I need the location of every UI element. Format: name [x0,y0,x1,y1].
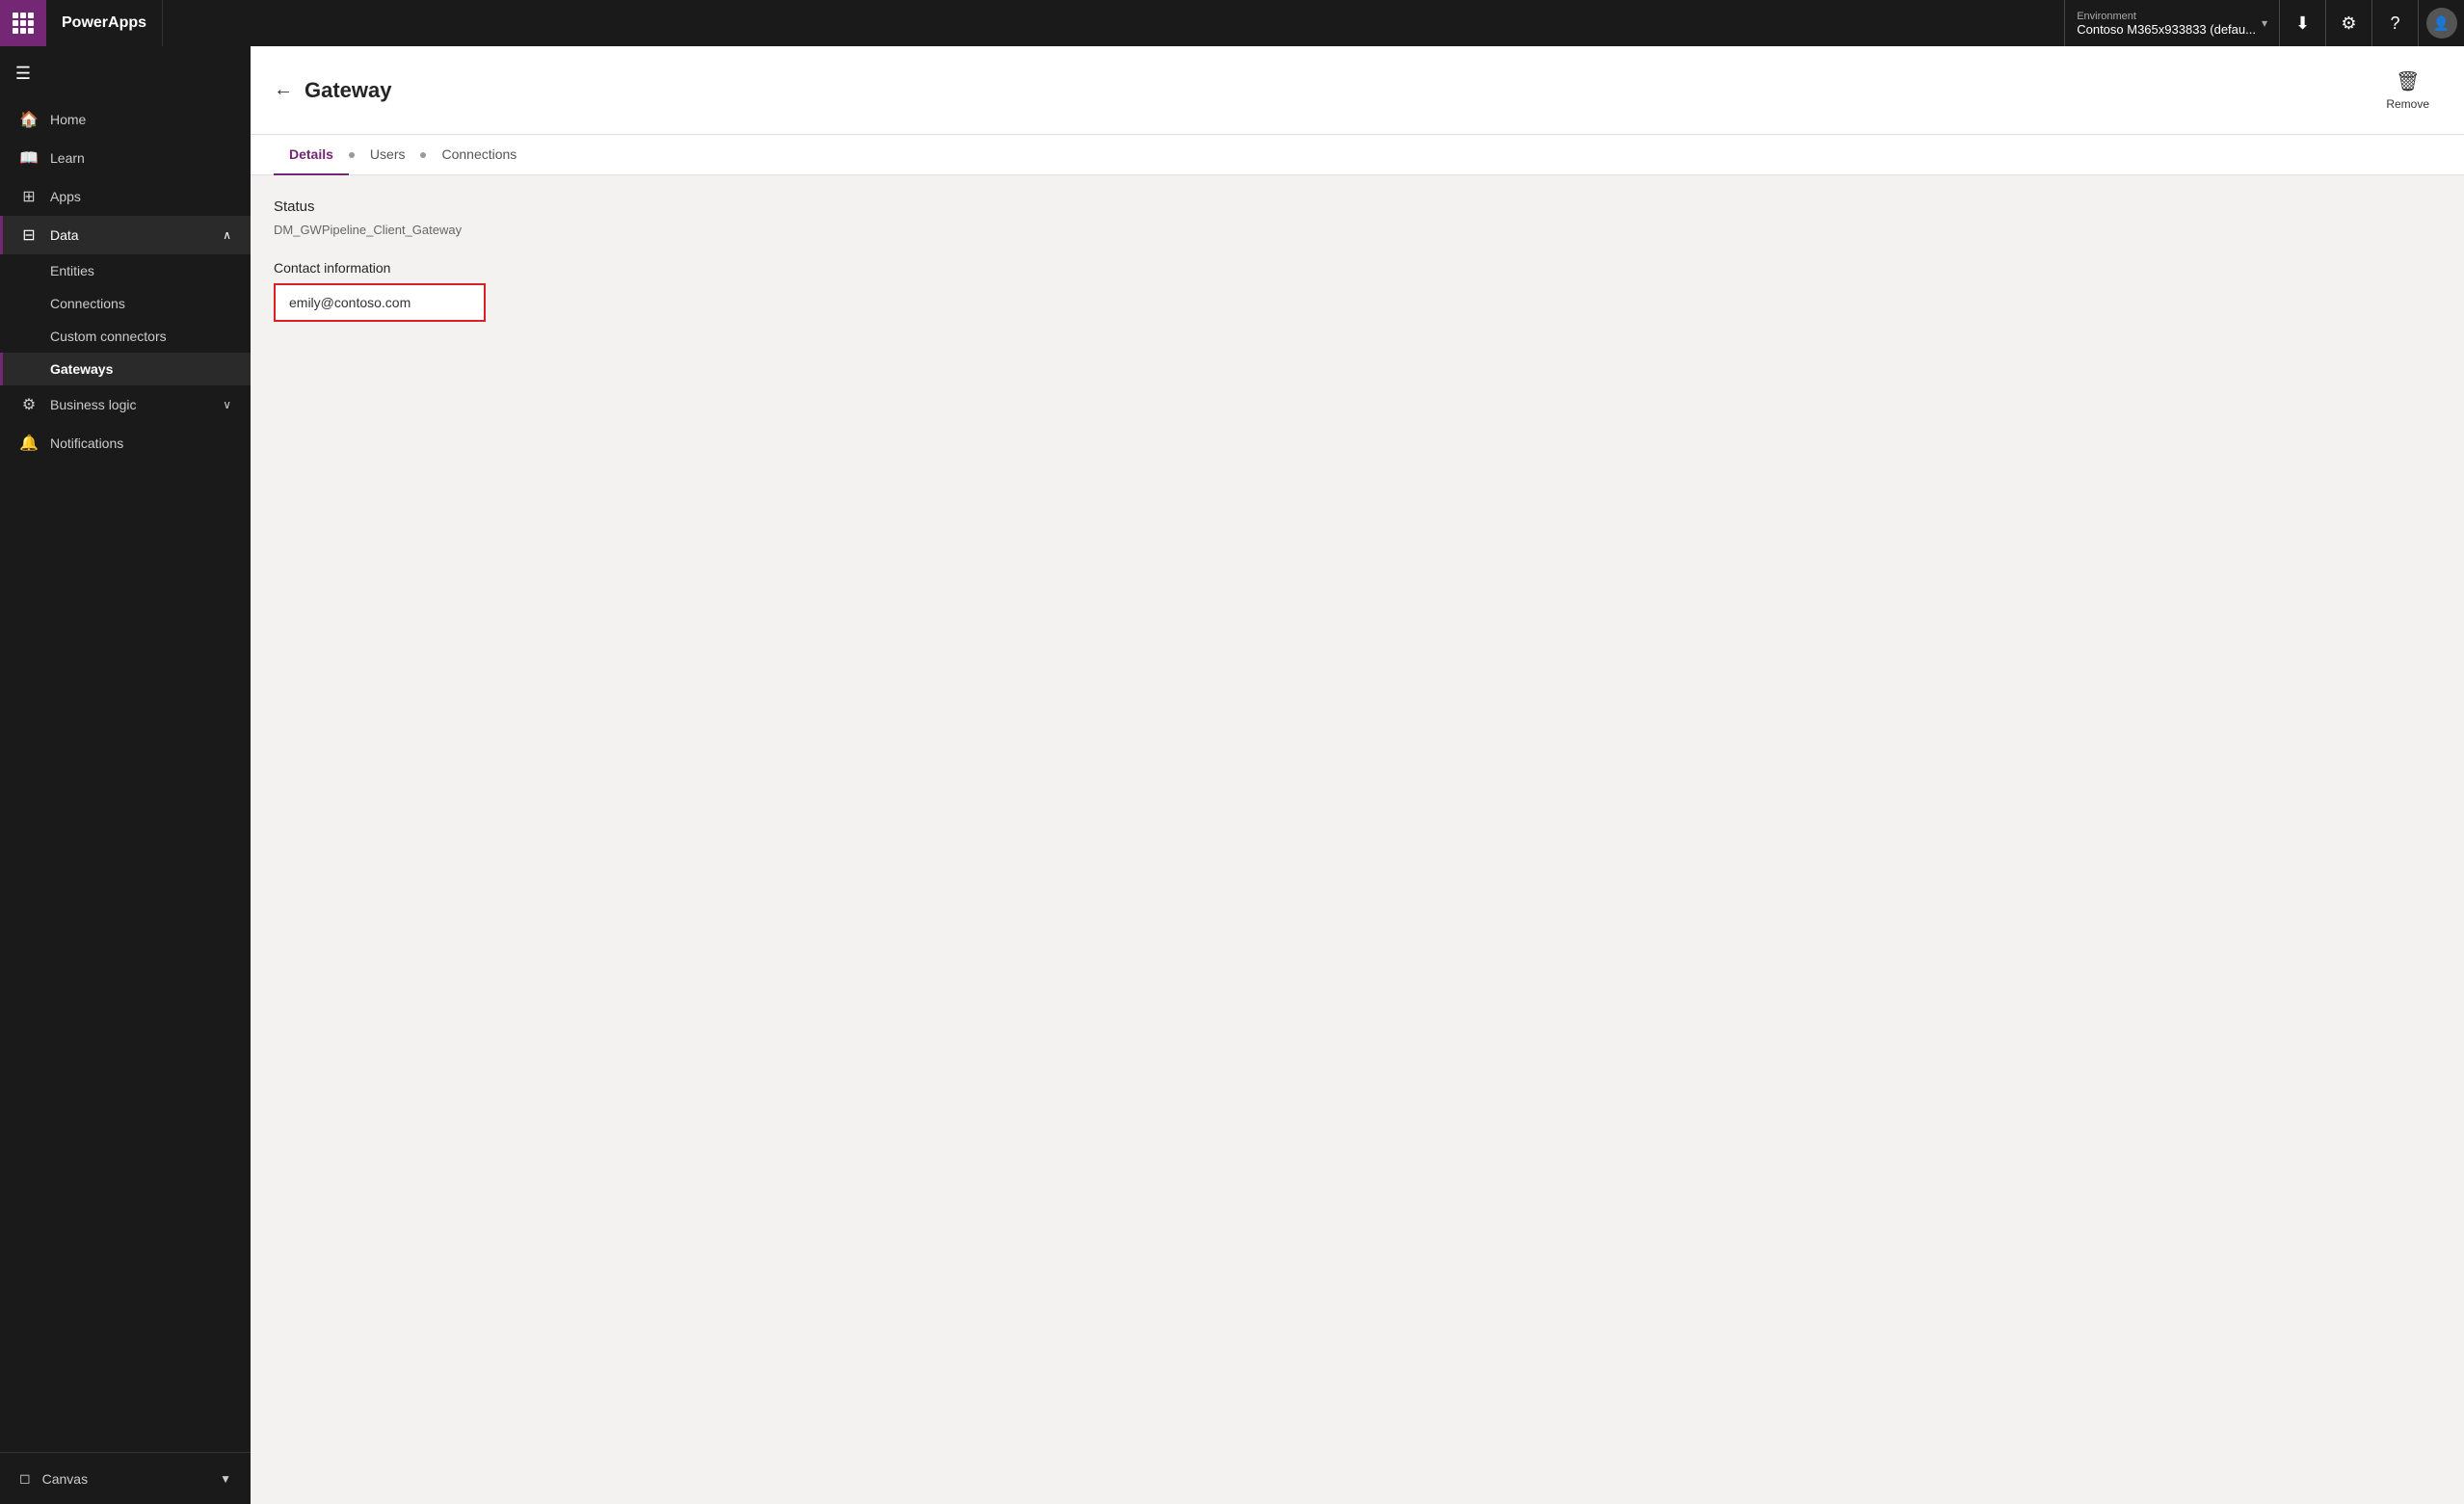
sidebar-item-home[interactable]: 🏠 Home [0,100,251,139]
gateways-label: Gateways [50,361,113,377]
apps-icon: ⊞ [19,187,39,206]
canvas-label: Canvas [42,1471,88,1487]
tab-users-label: Users [370,146,406,162]
user-avatar-button[interactable]: 👤 [2418,0,2464,46]
sidebar-footer-canvas[interactable]: ◻ Canvas ▼ [0,1461,251,1496]
main-layout: ☰ 🏠 Home 📖 Learn ⊞ Apps ⊟ Data ∧ Entitie… [0,46,2464,1504]
app-name: PowerApps [62,14,146,32]
menu-toggle-button[interactable]: ☰ [0,50,46,96]
waffle-button[interactable] [0,0,46,46]
sidebar-item-label: Apps [50,189,81,204]
sidebar-sub-item-connections[interactable]: Connections [0,287,251,320]
sidebar-item-label: Learn [50,150,85,166]
canvas-icon: ◻ [19,1470,31,1487]
app-logo: PowerApps [46,0,163,46]
contact-info-label: Contact information [274,260,2441,276]
sidebar-footer: ◻ Canvas ▼ [0,1452,251,1504]
sidebar: ☰ 🏠 Home 📖 Learn ⊞ Apps ⊟ Data ∧ Entitie… [0,46,251,1504]
business-logic-icon: ⚙ [19,395,39,414]
data-expand-icon: ∧ [223,228,231,242]
tab-connections[interactable]: Connections [426,135,532,175]
sidebar-item-label: Notifications [50,435,123,451]
settings-button[interactable]: ⚙ [2325,0,2371,46]
status-value: DM_GWPipeline_Client_Gateway [274,223,2441,237]
notifications-icon: 🔔 [19,434,39,453]
sidebar-sub-item-entities[interactable]: Entities [0,254,251,287]
status-label: Status [274,198,2441,215]
connections-label: Connections [50,296,125,311]
remove-label: Remove [2386,97,2429,111]
sidebar-item-label: Home [50,112,86,127]
sidebar-sub-item-gateways[interactable]: Gateways [0,353,251,385]
sidebar-item-label: Business logic [50,397,137,412]
learn-icon: 📖 [19,148,39,168]
gear-icon: ⚙ [2341,13,2356,34]
help-icon: ? [2390,13,2399,34]
tab-users[interactable]: Users [355,135,421,175]
business-logic-expand-icon: ∨ [223,398,231,411]
back-button[interactable]: ← [274,79,293,101]
avatar-icon: 👤 [2433,15,2450,32]
home-icon: 🏠 [19,110,39,129]
environment-value: Contoso M365x933833 (defau... [2077,22,2256,37]
waffle-icon [13,13,34,34]
download-icon: ⬇ [2295,13,2310,34]
avatar: 👤 [2426,8,2457,39]
tab-details-label: Details [289,146,333,162]
contact-email-input[interactable] [274,283,486,322]
help-button[interactable]: ? [2371,0,2418,46]
sidebar-item-data[interactable]: ⊟ Data ∧ [0,216,251,254]
sidebar-sub-item-custom-connectors[interactable]: Custom connectors [0,320,251,353]
sidebar-item-business-logic[interactable]: ⚙ Business logic ∨ [0,385,251,424]
content-body: Status DM_GWPipeline_Client_Gateway Cont… [251,175,2464,1504]
tab-connections-label: Connections [441,146,517,162]
environment-label: Environment [2077,11,2256,22]
tab-details[interactable]: Details [274,135,349,175]
tabs-bar: Details Users Connections [251,135,2464,175]
entities-label: Entities [50,263,94,278]
custom-connectors-label: Custom connectors [50,329,167,344]
hamburger-icon: ☰ [15,64,31,84]
sidebar-item-learn[interactable]: 📖 Learn [0,139,251,177]
data-icon: ⊟ [19,225,39,245]
remove-button[interactable]: 🗑 Remove [2374,62,2441,119]
page-title: Gateway [305,78,2363,103]
topbar: PowerApps Environment Contoso M365x93383… [0,0,2464,46]
sidebar-item-label: Data [50,227,79,243]
sidebar-item-notifications[interactable]: 🔔 Notifications [0,424,251,462]
sidebar-item-apps[interactable]: ⊞ Apps [0,177,251,216]
download-button[interactable]: ⬇ [2279,0,2325,46]
environment-selector[interactable]: Environment Contoso M365x933833 (defau..… [2064,0,2279,46]
page-header: ← Gateway 🗑 Remove [251,46,2464,135]
trash-icon: 🗑 [2396,69,2420,93]
environment-chevron-icon: ▾ [2262,16,2267,30]
content-area: ← Gateway 🗑 Remove Details Users Connect… [251,46,2464,1504]
canvas-chevron-icon: ▼ [220,1472,231,1486]
back-arrow-icon: ← [274,79,293,101]
